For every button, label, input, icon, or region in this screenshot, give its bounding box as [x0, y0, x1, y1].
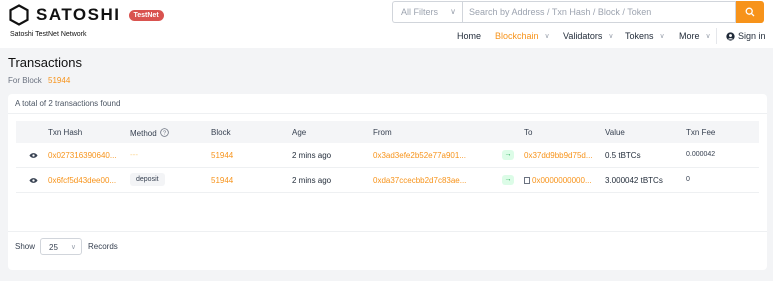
column-header-method: Method ?: [130, 128, 169, 138]
table-header: Txn Hash Method ? Block Age From To Valu…: [16, 121, 759, 143]
nav-divider: [716, 28, 717, 44]
column-header-age: Age: [292, 128, 307, 137]
nav-blockchain[interactable]: Blockchain ∨: [495, 30, 550, 42]
method-badge: deposit: [130, 173, 165, 186]
txn-fee-value: 0: [686, 176, 690, 183]
block-link[interactable]: 51944: [211, 151, 233, 160]
column-header-block: Block: [211, 128, 231, 137]
for-block-label: For Block: [8, 76, 42, 85]
age-value: 2 mins ago: [292, 176, 332, 185]
chevron-down-icon: ∨: [705, 33, 711, 40]
eye-icon[interactable]: [29, 177, 38, 184]
block-link[interactable]: 51944: [211, 176, 233, 185]
to-address-link[interactable]: 0x37dd9bb9d75d...: [524, 151, 593, 160]
nav-validators-label: Validators: [563, 31, 603, 41]
column-header-value: Value: [605, 128, 625, 137]
records-label: Records: [88, 242, 118, 251]
column-header-method-label: Method: [130, 129, 157, 138]
nav-blockchain-label: Blockchain: [495, 31, 539, 41]
column-header-txn-hash: Txn Hash: [48, 128, 83, 137]
nav-more-label: More: [679, 31, 700, 41]
column-header-txn-fee: Txn Fee: [686, 128, 716, 137]
hexagon-logo-icon: [9, 4, 29, 26]
sign-in-label: Sign in: [738, 31, 766, 41]
nav-more[interactable]: More ∨: [679, 30, 711, 42]
show-label: Show: [15, 242, 36, 251]
brand-logo[interactable]: SATOSHI TestNet: [8, 4, 164, 26]
filter-dropdown[interactable]: All Filters ∨: [392, 1, 462, 23]
value-amount: 0.5 tBTCs: [605, 151, 641, 160]
page-title: Transactions: [8, 55, 82, 70]
chevron-down-icon: ∨: [608, 33, 614, 40]
nav-validators[interactable]: Validators ∨: [563, 30, 613, 42]
testnet-badge: TestNet: [128, 9, 164, 21]
arrow-right-icon: →: [502, 175, 514, 185]
column-header-to: To: [524, 128, 533, 137]
divider: [8, 231, 767, 232]
arrow-right-icon: →: [502, 150, 514, 160]
page-size-select[interactable]: 25 ∨: [40, 238, 82, 255]
eye-icon[interactable]: [29, 152, 38, 159]
value-amount: 3.000042 tBTCs: [605, 176, 663, 185]
for-block-line: For Block 51944: [8, 76, 70, 85]
search-button[interactable]: [736, 1, 764, 23]
nav-tokens[interactable]: Tokens ∨: [625, 30, 665, 42]
chevron-down-icon: ∨: [659, 33, 665, 40]
contract-file-icon: [524, 177, 530, 184]
search-icon: [745, 7, 755, 17]
sign-in-button[interactable]: Sign in: [726, 30, 766, 42]
nav-tokens-label: Tokens: [625, 31, 654, 41]
search-bar: All Filters ∨ Search by Address / Txn Ha…: [392, 1, 764, 23]
brand-name: SATOSHI: [36, 5, 121, 24]
chevron-down-icon: ∨: [450, 7, 456, 16]
txn-hash-link[interactable]: 0x6fcf5d43dee00...: [48, 176, 116, 185]
chevron-down-icon: ∨: [70, 244, 76, 251]
column-header-from: From: [373, 128, 392, 137]
nav-home[interactable]: Home: [457, 30, 481, 42]
age-value: 2 mins ago: [292, 151, 332, 160]
method-value: ---: [130, 150, 138, 159]
help-circle-icon[interactable]: ?: [160, 128, 169, 137]
from-address-link[interactable]: 0xda37ccecbb2d7c83ae...: [373, 176, 466, 185]
transactions-card: A total of 2 transactions found Txn Hash…: [8, 94, 767, 270]
from-address-link[interactable]: 0x3ad3efe2b52e77a901...: [373, 151, 466, 160]
txn-hash-link[interactable]: 0x027316390640...: [48, 151, 117, 160]
block-number-link[interactable]: 51944: [48, 76, 70, 85]
nav-home-label: Home: [457, 31, 482, 41]
total-count: A total of 2 transactions found: [15, 99, 121, 108]
search-input[interactable]: Search by Address / Txn Hash / Block / T…: [462, 1, 736, 23]
top-navbar: SATOSHI TestNet Satoshi TestNet Network …: [0, 0, 773, 48]
chevron-down-icon: ∨: [544, 33, 550, 40]
page-size-value: 25: [49, 243, 58, 252]
table-row: 0x027316390640... --- 51944 2 mins ago 0…: [16, 143, 759, 168]
txn-fee-value: 0.000042: [686, 151, 716, 158]
divider: [8, 113, 767, 114]
table-row: 0x6fcf5d43dee00... deposit 51944 2 mins …: [16, 168, 759, 193]
filter-value: All Filters: [401, 7, 439, 17]
network-label: Satoshi TestNet Network: [10, 31, 87, 38]
to-address-cell: 0x0000000000...: [524, 176, 592, 185]
to-address-link[interactable]: 0x0000000000...: [532, 176, 592, 185]
user-icon: [726, 31, 735, 41]
